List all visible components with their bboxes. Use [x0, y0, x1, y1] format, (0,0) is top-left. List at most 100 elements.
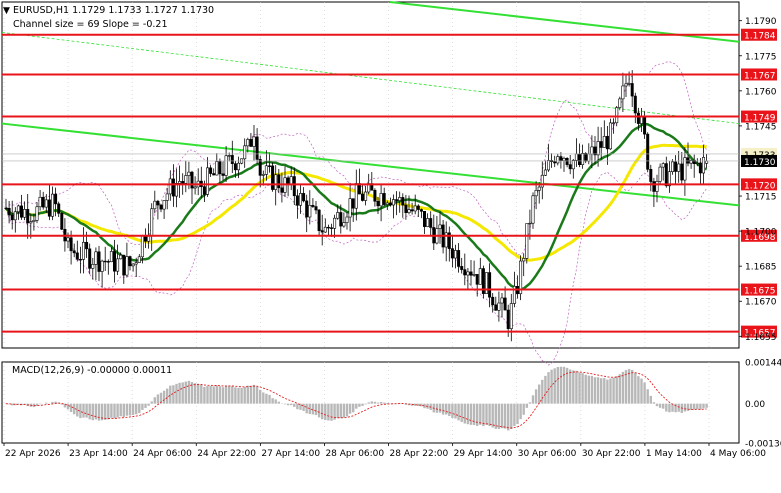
macd-histogram-bar: [82, 404, 84, 418]
macd-histogram-bar: [188, 381, 190, 404]
time-axis-label: 24 Apr 06:00: [133, 449, 192, 459]
macd-histogram-bar: [182, 382, 184, 403]
candle-down: [42, 197, 44, 207]
candle-up: [101, 261, 103, 271]
candle-down: [492, 297, 494, 305]
candle-up: [169, 179, 171, 194]
macd-histogram-bar: [126, 404, 128, 416]
candle-down: [157, 201, 159, 205]
candle-up: [498, 303, 500, 310]
macd-histogram-bar: [653, 402, 655, 403]
candle-up: [640, 117, 642, 124]
price-axis-label: 1.1670: [745, 298, 777, 308]
candle-down: [182, 181, 184, 183]
macd-histogram-bar: [523, 404, 525, 415]
macd-histogram-bar: [330, 404, 332, 421]
macd-histogram-bar: [516, 404, 518, 424]
candle-up: [399, 197, 401, 200]
candle-down: [5, 208, 7, 209]
macd-histogram-bar: [219, 386, 221, 403]
macd-histogram-bar: [529, 402, 531, 403]
candle-down: [674, 162, 676, 172]
macd-histogram-bar: [163, 391, 165, 404]
candle-up: [45, 200, 47, 207]
candle-down: [631, 83, 633, 96]
macd-histogram-bar: [194, 383, 196, 403]
candle-up: [39, 197, 41, 207]
macd-histogram-bar: [603, 378, 605, 404]
candle-down: [256, 137, 258, 160]
macd-histogram-bar: [482, 404, 484, 426]
time-axis-label: 29 Apr 14:00: [454, 449, 513, 459]
candle-up: [609, 123, 611, 149]
macd-histogram-bar: [678, 404, 680, 412]
macd-histogram-bar: [628, 369, 630, 404]
macd-histogram-bar: [92, 404, 94, 421]
macd-histogram-bar: [324, 404, 326, 420]
macd-histogram-bar: [135, 404, 137, 415]
macd-histogram-bar: [340, 404, 342, 419]
chart-title-arrow-icon: ▼: [3, 6, 10, 16]
macd-histogram-bar: [327, 404, 329, 421]
candle-up: [588, 154, 590, 161]
candle-up: [14, 212, 16, 220]
candle-down: [699, 163, 701, 173]
candle-down: [104, 261, 106, 262]
macd-histogram-bar: [358, 404, 360, 407]
time-axis-label: 28 Apr 22:00: [390, 449, 449, 459]
macd-histogram-bar: [203, 387, 205, 404]
macd-histogram-bar: [144, 404, 146, 408]
macd-histogram-bar: [464, 404, 466, 424]
macd-histogram-bar: [293, 404, 295, 407]
candle-up: [132, 264, 134, 266]
candle-up: [662, 164, 664, 168]
candle-up: [575, 154, 577, 160]
candle-up: [597, 142, 599, 155]
macd-histogram-bar: [591, 376, 593, 404]
candle-up: [510, 303, 512, 328]
candle-up: [690, 160, 692, 163]
candle-up: [36, 207, 38, 221]
candle-down: [160, 205, 162, 209]
candle-down: [653, 182, 655, 192]
candle-up: [544, 170, 546, 175]
macd-histogram-bar: [581, 373, 583, 404]
candle-down: [451, 249, 453, 258]
candle-down: [318, 210, 320, 231]
price-chart[interactable]: 1.17841.17671.17491.17201.16981.16751.16…: [0, 0, 781, 489]
candle-down: [20, 206, 22, 217]
macd-histogram-bar: [225, 386, 227, 403]
macd-histogram-bar: [278, 402, 280, 404]
time-axis-label: 27 Apr 14:00: [261, 449, 320, 459]
macd-histogram-bar: [355, 404, 357, 409]
macd-histogram-bar: [665, 404, 667, 412]
macd-histogram-bar: [70, 404, 72, 412]
time-axis-label: 28 Apr 06:00: [325, 449, 384, 459]
candle-down: [402, 197, 404, 205]
macd-histogram-bar: [445, 404, 447, 415]
candle-up: [467, 272, 469, 275]
macd-axis-label: -0.00136: [745, 440, 781, 450]
candle-down: [234, 164, 236, 170]
macd-histogram-bar: [213, 386, 215, 403]
candle-down: [423, 211, 425, 226]
candle-up: [591, 147, 593, 154]
macd-histogram-bar: [343, 404, 345, 418]
candle-up: [705, 161, 707, 163]
macd-histogram-bar: [98, 404, 100, 421]
candle-down: [507, 310, 509, 329]
macd-histogram-bar: [318, 404, 320, 418]
candle-up: [299, 193, 301, 205]
level-price-label: 1.1720: [744, 181, 776, 191]
macd-histogram-bar: [209, 386, 211, 404]
macd-histogram-bar: [600, 378, 602, 403]
candle-down: [600, 142, 602, 148]
candle-down: [58, 204, 60, 213]
macd-histogram-bar: [538, 385, 540, 404]
candle-down: [281, 188, 283, 193]
price-axis-label: 1.1700: [745, 228, 777, 238]
candle-down: [327, 227, 329, 228]
macd-histogram-bar: [361, 404, 363, 406]
candle-up: [337, 212, 339, 218]
price-axis-label: 1.1790: [745, 17, 777, 27]
